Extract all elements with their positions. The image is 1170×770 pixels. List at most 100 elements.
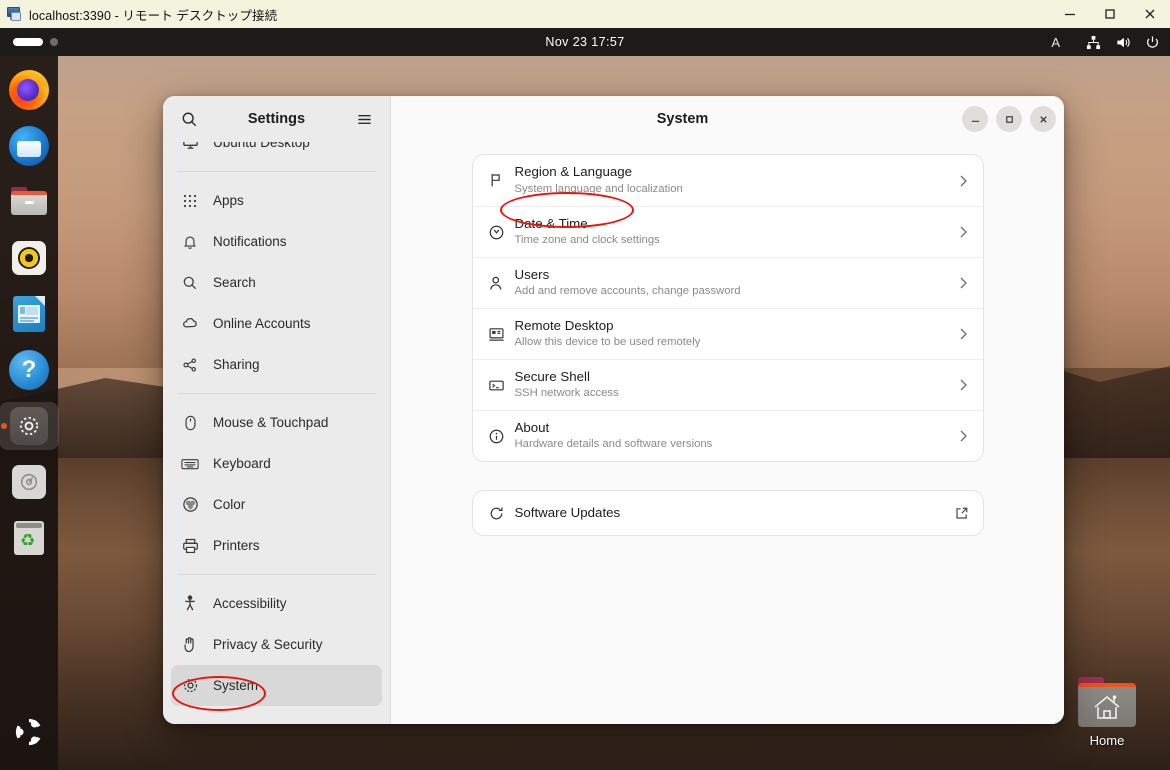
sidebar-item-printers[interactable]: Printers — [171, 525, 382, 566]
dock-item-help[interactable]: ? — [5, 346, 53, 394]
dock-item-rhythmbox[interactable] — [5, 234, 53, 282]
sidebar-item-label: Accessibility — [213, 596, 287, 611]
home-icon-label: Home — [1089, 733, 1125, 748]
settings-header-bar: System — [391, 96, 1064, 142]
rdp-maximize-button[interactable] — [1090, 0, 1130, 28]
row-users[interactable]: Users Add and remove accounts, change pa… — [472, 257, 983, 308]
row-about[interactable]: About Hardware details and software vers… — [472, 410, 983, 461]
network-icon[interactable] — [1086, 35, 1101, 50]
row-subtitle: System language and localization — [514, 182, 683, 195]
dock-item-trash[interactable]: ♻ — [5, 514, 53, 562]
dock-item-disk-usage[interactable] — [5, 458, 53, 506]
sidebar-nav-list[interactable]: Ubuntu Desktop Apps Notifications Search… — [163, 142, 390, 724]
settings-content-pane: System Region & Language System language… — [391, 96, 1064, 724]
rdp-title-text: localhost:3390 - リモート デスクトップ接続 — [29, 8, 278, 23]
dock-item-files[interactable] — [5, 178, 53, 226]
sidebar-item-label: Color — [213, 497, 246, 512]
row-subtitle: Time zone and clock settings — [514, 234, 660, 247]
dock-item-settings[interactable] — [0, 402, 59, 450]
printer-icon — [181, 537, 199, 555]
sidebar-item-mouse-touchpad[interactable]: Mouse & Touchpad — [171, 402, 382, 443]
info-circle-icon — [483, 428, 511, 445]
sidebar-item-label: Privacy & Security — [213, 637, 323, 652]
row-title: Users — [514, 266, 550, 282]
flag-icon — [483, 172, 511, 189]
dock-item-firefox[interactable] — [5, 66, 53, 114]
rdp-close-button[interactable] — [1130, 0, 1170, 28]
remote-desktop-icon — [6, 6, 22, 22]
software-updates-card: Software Updates — [471, 490, 984, 536]
keyboard-icon — [181, 455, 199, 473]
row-title: Date & Time — [514, 215, 588, 231]
apps-grid-icon — [181, 192, 199, 210]
rdp-minimize-button[interactable] — [1050, 0, 1090, 28]
sidebar-item-notifications[interactable]: Notifications — [171, 221, 382, 262]
row-subtitle: Hardware details and software versions — [514, 438, 713, 451]
remote-desktop-monitor-icon — [483, 326, 511, 343]
sidebar-item-ubuntu-desktop[interactable]: Ubuntu Desktop — [171, 142, 382, 163]
accessibility-person-icon — [181, 595, 199, 613]
chevron-right-icon — [957, 428, 969, 444]
ubuntu-desktop-icon — [181, 142, 199, 152]
top-bar-clock[interactable]: Nov 23 17:57 — [0, 35, 1170, 49]
row-remote-desktop[interactable]: Remote Desktop Allow this device to be u… — [472, 308, 983, 359]
workspace-dot[interactable] — [50, 38, 58, 46]
minimize-button[interactable] — [962, 106, 988, 132]
close-button[interactable] — [1030, 106, 1056, 132]
hamburger-menu-icon[interactable] — [350, 105, 378, 133]
dock-item-thunderbird[interactable] — [5, 122, 53, 170]
sidebar-divider-2 — [177, 393, 376, 394]
hand-shield-icon — [181, 636, 199, 654]
chevron-right-icon — [957, 224, 969, 240]
row-date-and-time[interactable]: Date & Time Time zone and clock settings — [472, 206, 983, 257]
gnome-dock: ? ♻ — [0, 56, 59, 770]
sidebar-item-online-accounts[interactable]: Online Accounts — [171, 303, 382, 344]
page-title: System — [656, 111, 709, 127]
clock-icon — [483, 224, 511, 241]
power-icon[interactable] — [1145, 35, 1160, 50]
sidebar-item-search[interactable]: Search — [171, 262, 382, 303]
chevron-right-icon — [957, 275, 969, 291]
maximize-button[interactable] — [996, 106, 1022, 132]
search-icon[interactable] — [175, 105, 203, 133]
sidebar-item-color[interactable]: Color — [171, 484, 382, 525]
sidebar-item-label: Mouse & Touchpad — [213, 415, 329, 430]
sidebar-header: Settings — [163, 96, 390, 142]
sidebar-item-label: Online Accounts — [213, 316, 311, 331]
sidebar-divider-1 — [177, 171, 376, 172]
settings-list-area: Region & Language System language and lo… — [391, 142, 1064, 724]
sidebar-item-label: Search — [213, 275, 256, 290]
sidebar-item-keyboard[interactable]: Keyboard — [171, 443, 382, 484]
sidebar-item-system[interactable]: System — [171, 665, 382, 706]
dock-item-libreoffice-impress[interactable] — [5, 290, 53, 338]
sidebar-item-label: System — [213, 678, 259, 693]
sidebar-item-apps[interactable]: Apps — [171, 180, 382, 221]
workspace-pill-active[interactable] — [13, 38, 43, 46]
row-subtitle: Allow this device to be used remotely — [514, 336, 701, 349]
settings-sidebar: Settings Ubuntu Desktop Apps Notificatio… — [163, 96, 391, 724]
row-subtitle: SSH network access — [514, 387, 619, 400]
sidebar-item-accessibility[interactable]: Accessibility — [171, 583, 382, 624]
workspace-indicator[interactable] — [13, 38, 58, 46]
keyboard-layout-indicator[interactable]: A — [1051, 35, 1060, 50]
sidebar-item-label: Printers — [213, 538, 260, 553]
desktop-icon-home[interactable]: Home — [1062, 677, 1152, 748]
row-region-and-language[interactable]: Region & Language System language and lo… — [473, 155, 983, 206]
user-icon — [483, 275, 511, 292]
chevron-right-icon — [957, 326, 969, 342]
chevron-right-icon — [957, 173, 969, 189]
rdp-titlebar: localhost:3390 - リモート デスクトップ接続 — [0, 0, 1170, 28]
row-secure-shell[interactable]: Secure Shell SSH network access — [472, 359, 983, 410]
row-software-updates[interactable]: Software Updates — [473, 491, 983, 535]
volume-icon[interactable] — [1115, 35, 1131, 50]
sidebar-item-sharing[interactable]: Sharing — [171, 344, 382, 385]
system-gear-icon — [181, 677, 199, 695]
show-applications-button[interactable] — [5, 708, 53, 756]
remote-desktop-canvas: Nov 23 17:57 A ? ♻ Home Settings Ubuntu … — [0, 28, 1170, 770]
row-title: Secure Shell — [514, 368, 590, 384]
sidebar-item-privacy-security[interactable]: Privacy & Security — [171, 624, 382, 665]
ubuntu-logo-icon — [13, 716, 45, 748]
gnome-top-bar: Nov 23 17:57 A — [0, 28, 1170, 56]
row-title: About — [514, 419, 550, 435]
chevron-right-icon — [957, 377, 969, 393]
